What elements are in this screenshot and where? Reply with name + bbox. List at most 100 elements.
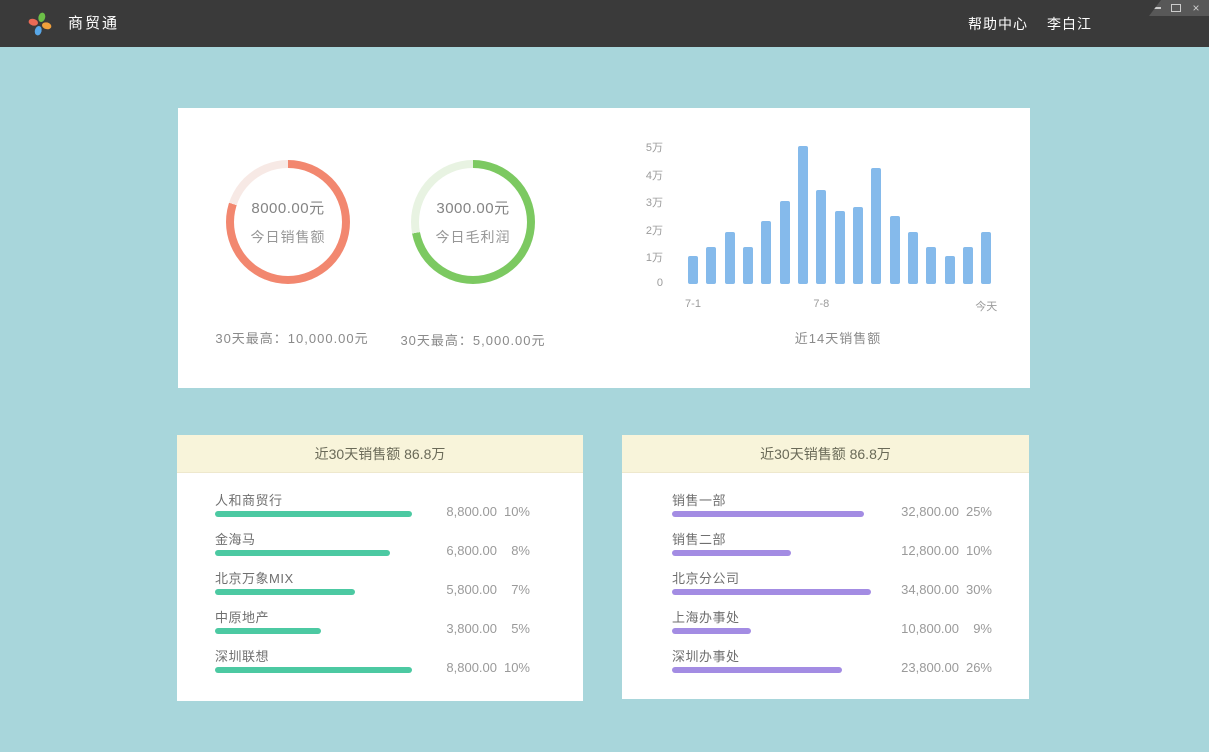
list-item-bar	[215, 589, 355, 595]
daily-sales-bar	[743, 247, 753, 284]
daily-sales-bar	[981, 232, 991, 284]
list-item-label: 销售一部	[672, 490, 726, 509]
list-item-percent: 26%	[959, 660, 992, 675]
y-axis-tick-label: 5万	[623, 139, 663, 155]
list-item-bar	[672, 589, 871, 595]
x-axis-tick-label: 今天	[946, 298, 1026, 314]
list-item-values: 10,800.009%	[887, 621, 992, 636]
list-item-label: 中原地产	[215, 607, 269, 626]
list-item-values: 6,800.008%	[425, 543, 530, 558]
list-item-values: 32,800.0025%	[887, 504, 992, 519]
titlebar-menu: 帮助中心 李白江	[968, 0, 1092, 47]
y-axis-tick-label: 2万	[623, 222, 663, 238]
list-item-label: 销售二部	[672, 529, 726, 548]
list-item-label: 深圳办事处	[672, 646, 740, 665]
daily-sales-bar	[945, 256, 955, 284]
list-item-bar	[215, 550, 390, 556]
list-item: 深圳联想8,800.0010%	[215, 645, 583, 684]
list-item-bar	[672, 667, 842, 673]
list-item-values: 3,800.005%	[425, 621, 530, 636]
close-icon: ×	[1192, 2, 1199, 14]
daily-sales-bar	[908, 232, 918, 284]
y-axis-tick-label: 1万	[623, 249, 663, 265]
app-window: 商贸通 帮助中心 李白江 × 8000.00元 今日销售额 30天最高：10,0…	[0, 0, 1209, 752]
y-axis-tick-label: 3万	[623, 194, 663, 210]
list-item-amount: 34,800.00	[887, 582, 959, 597]
minimize-button[interactable]	[1150, 2, 1162, 14]
list-item: 深圳办事处 23,800.0026%	[672, 645, 1029, 684]
titlebar: 商贸通 帮助中心 李白江 ×	[0, 0, 1209, 47]
list-item-amount: 3,800.00	[425, 621, 497, 636]
app-logo-icon	[27, 11, 53, 37]
list-item-label: 北京万象MIX	[215, 568, 294, 587]
list-item-label: 金海马	[215, 529, 256, 548]
x-axis-tick-label: 7-8	[781, 298, 861, 310]
list-item-percent: 25%	[959, 504, 992, 519]
list-item-amount: 12,800.00	[887, 543, 959, 558]
list-item-amount: 6,800.00	[425, 543, 497, 558]
list-item: 人和商贸行 8,800.0010%	[215, 489, 583, 528]
list-item: 销售二部 12,800.0010%	[672, 528, 1029, 567]
top-departments-card: 近30天销售额 86.8万 销售一部 32,800.0025% 销售二部 12,800…	[622, 435, 1029, 699]
daily-sales-bar	[706, 247, 716, 284]
list-item-percent: 10%	[959, 543, 992, 558]
list-item-amount: 8,800.00	[425, 660, 497, 675]
list-item-percent: 5%	[497, 621, 530, 636]
list-item-percent: 10%	[497, 660, 530, 675]
bar-chart-caption: 近14天销售额	[688, 328, 988, 347]
list-item: 上海办事处 10,800.009%	[672, 606, 1029, 645]
top-customers-card: 近30天销售额 86.8万 人和商贸行8,800.0010%金海马6,800.0…	[177, 435, 583, 701]
list-item-label: 上海办事处	[672, 607, 740, 626]
user-name-link[interactable]: 李白江	[1047, 14, 1092, 34]
list-item-bar	[215, 511, 412, 517]
x-axis-tick-label: 7-1	[653, 298, 733, 310]
maximize-button[interactable]	[1170, 2, 1182, 14]
list-item: 北京万象MIX 5,800.007%	[215, 567, 583, 606]
top-departments-card-title: 近30天销售额 86.8万	[622, 435, 1029, 473]
list-item-bar	[672, 628, 751, 634]
daily-sales-bar	[853, 207, 863, 284]
daily-sales-bar	[798, 146, 808, 284]
list-item-values: 12,800.0010%	[887, 543, 992, 558]
daily-sales-bar	[871, 168, 881, 284]
list-item-label: 人和商贸行	[215, 490, 283, 509]
list-item-amount: 32,800.00	[887, 504, 959, 519]
list-item-values: 34,800.0030%	[887, 582, 992, 597]
list-item: 金海马 6,800.008%	[215, 528, 583, 567]
app-title: 商贸通	[68, 0, 119, 47]
list-item-amount: 5,800.00	[425, 582, 497, 597]
daily-sales-bar	[835, 211, 845, 284]
list-item-bar	[672, 550, 791, 556]
top-departments-list: 销售一部 32,800.0025% 销售二部 12,800.0010% 北京分公司 34,…	[622, 473, 1029, 684]
help-center-link[interactable]: 帮助中心	[968, 14, 1028, 34]
y-axis-tick-label: 0	[623, 277, 663, 289]
list-item-label: 北京分公司	[672, 568, 740, 587]
top-customers-list: 人和商贸行8,800.0010%金海马6,800.008%北京万象MIX5,80…	[177, 473, 583, 684]
daily-sales-bar	[816, 190, 826, 284]
list-item-percent: 30%	[959, 582, 992, 597]
list-item-values: 8,800.0010%	[425, 504, 530, 519]
daily-sales-bar	[761, 221, 771, 284]
list-item: 中原地产 3,800.005%	[215, 606, 583, 645]
list-item-amount: 10,800.00	[887, 621, 959, 636]
daily-sales-bar	[963, 247, 973, 284]
daily-sales-bar	[926, 247, 936, 284]
maximize-icon	[1171, 4, 1181, 12]
y-axis-tick-label: 4万	[623, 167, 663, 183]
minimize-icon	[1152, 7, 1161, 9]
list-item-bar	[215, 667, 412, 673]
daily-sales-bar	[688, 256, 698, 284]
close-button[interactable]: ×	[1190, 2, 1202, 14]
list-item-values: 5,800.007%	[425, 582, 530, 597]
list-item-values: 23,800.0026%	[887, 660, 992, 675]
daily-sales-bar	[890, 216, 900, 284]
window-controls: ×	[1149, 0, 1209, 16]
top-customers-card-title: 近30天销售额 86.8万	[177, 435, 583, 473]
list-item-percent: 9%	[959, 621, 992, 636]
list-item-percent: 8%	[497, 543, 530, 558]
list-item-bar	[672, 511, 864, 517]
last14-days-bar-chart: 近14天销售额 0 1万 2万 3万 4万 5万 7-1 7-8 今天	[178, 108, 1030, 388]
list-item: 销售一部 32,800.0025%	[672, 489, 1029, 528]
list-item-percent: 10%	[497, 504, 530, 519]
list-item-amount: 8,800.00	[425, 504, 497, 519]
